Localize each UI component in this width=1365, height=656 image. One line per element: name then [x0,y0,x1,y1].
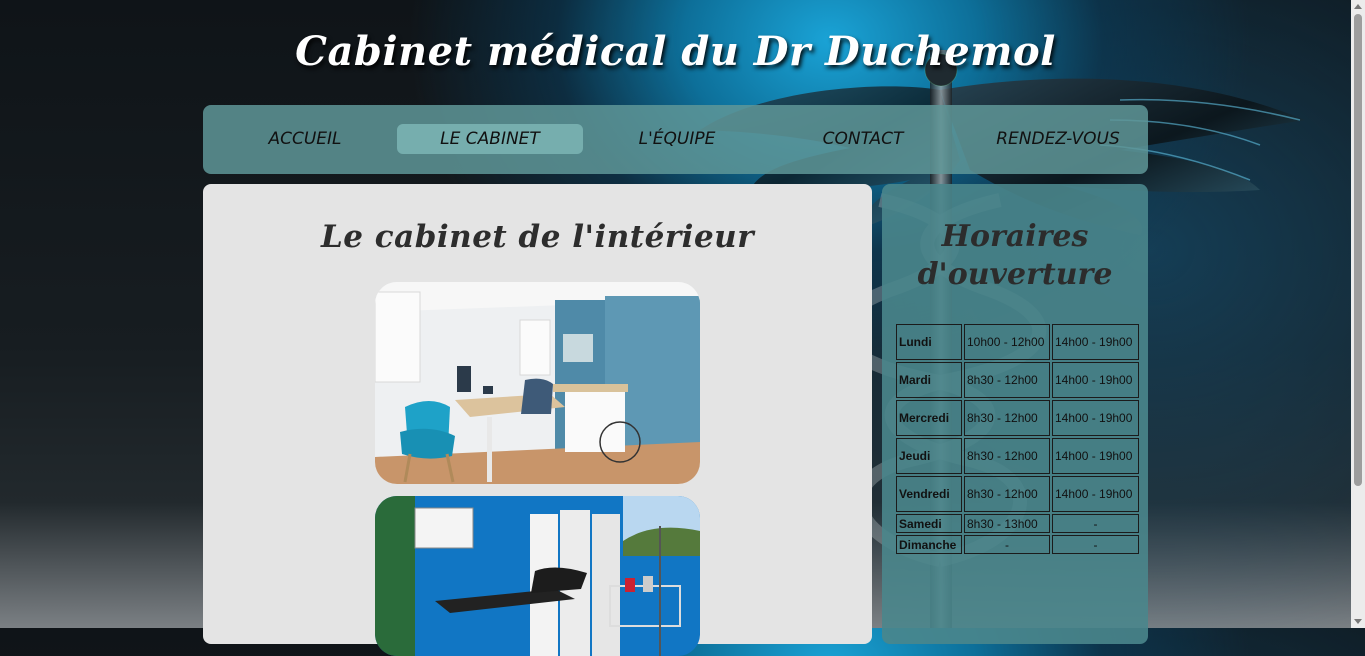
table-row: Samedi 8h30 - 13h00 - [896,514,1139,533]
site-title: Cabinet médical du Dr Duchemol [295,28,1056,75]
nav-item-rendez-vous[interactable]: RENDEZ-VOUS [973,124,1143,154]
page-title: Le cabinet de l'intérieur [320,219,755,255]
table-row: Mercredi 8h30 - 12h00 14h00 - 19h00 [896,400,1139,436]
day-cell: Mardi [896,362,962,398]
table-row: Dimanche - - [896,535,1139,554]
page-scrollbar[interactable] [1351,0,1365,628]
morning-hours-cell: 10h00 - 12h00 [964,324,1050,360]
main-navigation: ACCUEIL LE CABINET L'ÉQUIPE CONTACT REND… [203,105,1148,174]
afternoon-hours-cell: 14h00 - 19h00 [1052,362,1139,398]
day-cell: Mercredi [896,400,962,436]
afternoon-hours-cell: - [1052,514,1139,533]
main-content: Le cabinet de l'intérieur [203,184,872,656]
morning-hours-cell: 8h30 - 12h00 [964,362,1050,398]
morning-hours-cell: 8h30 - 12h00 [964,438,1050,474]
afternoon-hours-cell: 14h00 - 19h00 [1052,476,1139,512]
day-cell: Dimanche [896,535,962,554]
table-row: Lundi 10h00 - 12h00 14h00 - 19h00 [896,324,1139,360]
morning-hours-cell: 8h30 - 12h00 [964,476,1050,512]
office-photo-exam-room [375,496,700,656]
day-cell: Jeudi [896,438,962,474]
opening-hours-panel: Horaires d'ouverture Lundi 10h00 - 12h00… [882,184,1148,644]
day-cell: Samedi [896,514,962,533]
scroll-down-arrow-icon[interactable] [1354,619,1362,624]
morning-hours-cell: 8h30 - 13h00 [964,514,1050,533]
scroll-up-arrow-icon[interactable] [1354,4,1362,9]
table-row: Jeudi 8h30 - 12h00 14h00 - 19h00 [896,438,1139,474]
nav-item-contact[interactable]: CONTACT [793,124,933,154]
morning-hours-cell: 8h30 - 12h00 [964,400,1050,436]
opening-hours-title: Horaires d'ouverture [917,219,1113,292]
scrollbar-thumb[interactable] [1354,14,1362,486]
nav-item-accueil[interactable]: ACCUEIL [235,124,375,154]
table-row: Vendredi 8h30 - 12h00 14h00 - 19h00 [896,476,1139,512]
opening-hours-table: Lundi 10h00 - 12h00 14h00 - 19h00 Mardi … [894,322,1141,556]
afternoon-hours-cell: 14h00 - 19h00 [1052,438,1139,474]
afternoon-hours-cell: - [1052,535,1139,554]
day-cell: Lundi [896,324,962,360]
office-photo-desk [375,282,700,484]
morning-hours-cell: - [964,535,1050,554]
afternoon-hours-cell: 14h00 - 19h00 [1052,400,1139,436]
afternoon-hours-cell: 14h00 - 19h00 [1052,324,1139,360]
day-cell: Vendredi [896,476,962,512]
nav-item-equipe[interactable]: L'ÉQUIPE [607,124,747,154]
nav-item-le-cabinet[interactable]: LE CABINET [397,124,583,154]
table-row: Mardi 8h30 - 12h00 14h00 - 19h00 [896,362,1139,398]
